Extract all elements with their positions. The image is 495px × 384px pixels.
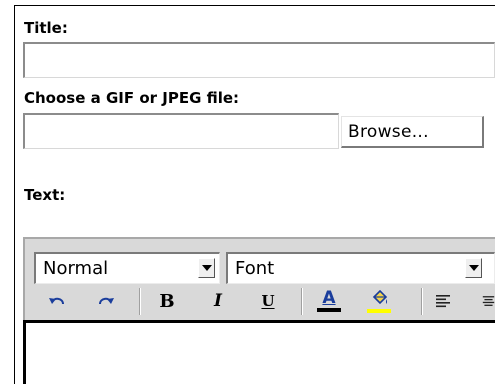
toolbar-separator <box>301 288 302 315</box>
font-select[interactable]: Font <box>226 252 495 284</box>
font-select-value: Font <box>235 258 275 279</box>
format-select-value: Normal <box>43 258 109 279</box>
text-color-swatch <box>317 308 341 312</box>
file-path-input[interactable] <box>23 113 339 149</box>
title-input[interactable] <box>23 42 495 78</box>
underline-icon[interactable]: U <box>258 288 278 314</box>
toolbar-separator <box>421 288 422 315</box>
file-label: Choose a GIF or JPEG file: <box>24 89 240 107</box>
paint-bucket-icon <box>372 289 388 304</box>
frame-border-top <box>14 5 495 6</box>
italic-icon[interactable]: I <box>208 288 228 314</box>
align-center-icon[interactable] <box>482 288 495 314</box>
highlight-color-swatch <box>367 308 391 313</box>
highlight-color-icon[interactable] <box>365 288 393 314</box>
frame-border-left <box>14 5 15 384</box>
text-color-glyph: A <box>322 288 336 308</box>
text-label: Text: <box>24 186 66 204</box>
bold-icon[interactable]: B <box>156 288 178 314</box>
title-label: Title: <box>24 19 68 37</box>
toolbar-separator <box>139 288 140 315</box>
undo-icon[interactable] <box>45 288 71 314</box>
format-select[interactable]: Normal <box>34 252 220 284</box>
redo-icon[interactable] <box>92 288 118 314</box>
editor-content-area[interactable] <box>23 320 495 384</box>
text-color-icon[interactable]: A <box>315 288 343 314</box>
align-left-icon[interactable] <box>432 288 454 314</box>
chevron-down-icon[interactable] <box>465 258 482 278</box>
chevron-down-icon[interactable] <box>198 258 215 278</box>
browse-button[interactable]: Browse... <box>341 116 484 148</box>
